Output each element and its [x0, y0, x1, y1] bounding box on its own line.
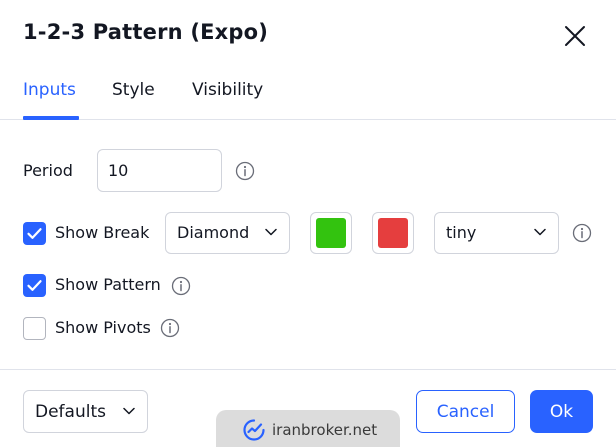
shape-select[interactable]: Diamond: [165, 212, 290, 254]
chart-check-icon: [243, 419, 265, 441]
info-icon[interactable]: [235, 161, 255, 181]
show-break-checkbox[interactable]: [23, 222, 46, 245]
defaults-dropdown[interactable]: Defaults: [23, 390, 148, 433]
tab-visibility[interactable]: Visibility: [192, 80, 263, 100]
break-up-color-button[interactable]: [310, 212, 352, 254]
checkmark-icon: [27, 228, 42, 239]
period-label: Period: [23, 161, 73, 180]
show-pattern-label: Show Pattern: [55, 275, 161, 294]
chevron-down-icon: [534, 228, 546, 236]
tab-style[interactable]: Style: [112, 80, 155, 100]
close-button[interactable]: [561, 22, 589, 50]
checkmark-icon: [27, 280, 42, 291]
break-down-color-button[interactable]: [372, 212, 414, 254]
chevron-down-icon: [123, 407, 135, 415]
size-select-value: tiny: [446, 223, 477, 242]
watermark-text: iranbroker.net: [272, 421, 378, 439]
tab-inputs[interactable]: Inputs: [23, 80, 76, 100]
color-swatch-green: [316, 218, 346, 248]
color-swatch-red: [378, 218, 408, 248]
show-pivots-label: Show Pivots: [55, 318, 151, 337]
defaults-label: Defaults: [35, 402, 106, 422]
footer-divider: [0, 369, 616, 370]
cancel-button[interactable]: Cancel: [416, 390, 515, 433]
shape-select-value: Diamond: [177, 223, 250, 242]
period-input[interactable]: [97, 149, 222, 192]
info-icon[interactable]: [572, 223, 592, 243]
watermark: iranbroker.net: [216, 410, 400, 447]
active-tab-indicator: [23, 116, 79, 120]
show-pivots-checkbox[interactable]: [23, 317, 46, 340]
chevron-down-icon: [265, 228, 277, 236]
show-pattern-checkbox[interactable]: [23, 274, 46, 297]
dialog-title: 1-2-3 Pattern (Expo): [23, 20, 269, 44]
tab-bar: Inputs Style Visibility: [0, 70, 616, 120]
size-select[interactable]: tiny: [434, 212, 559, 254]
info-icon[interactable]: [171, 276, 191, 296]
close-icon: [565, 26, 585, 46]
show-break-label: Show Break: [55, 223, 150, 242]
ok-button[interactable]: Ok: [530, 390, 593, 433]
info-icon[interactable]: [160, 318, 180, 338]
